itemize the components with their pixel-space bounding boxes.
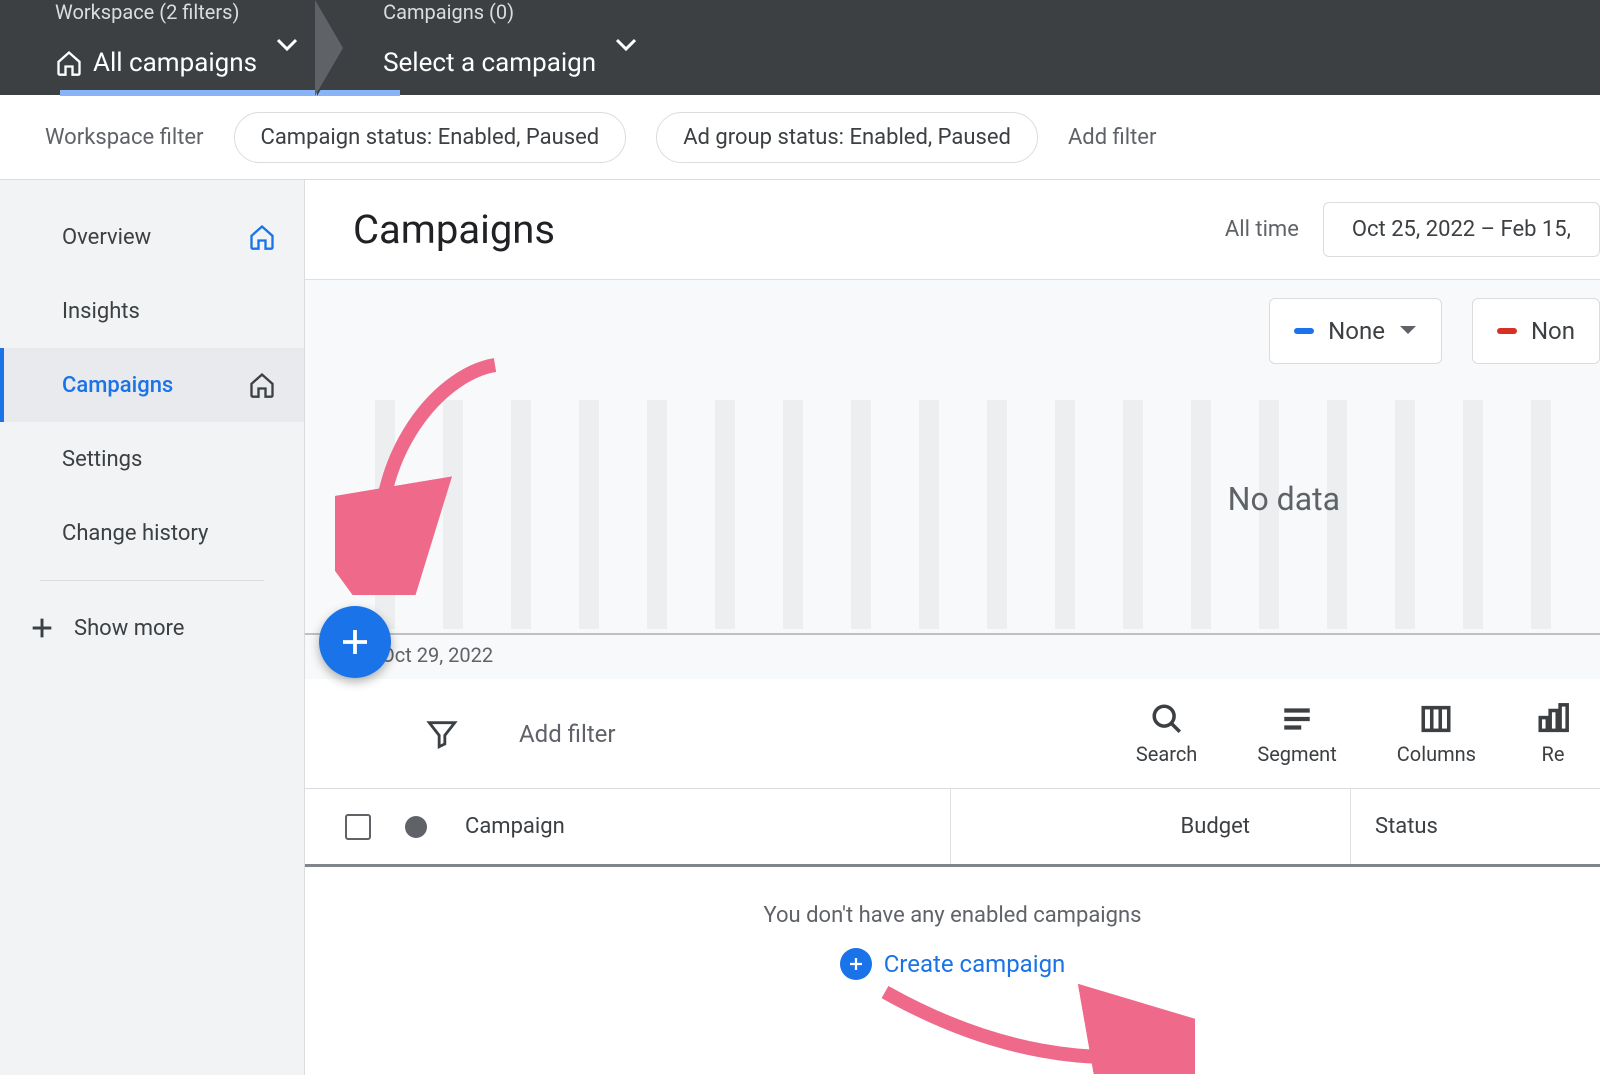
home-icon — [248, 371, 276, 399]
budget-column-header[interactable]: Budget — [950, 789, 1350, 864]
reports-button[interactable]: Re — [1536, 702, 1570, 766]
chart-axis-date: Oct 29, 2022 — [381, 643, 493, 667]
breadcrumb-workspace-sup: Workspace (2 filters) — [55, 0, 257, 24]
chevron-down-icon — [616, 38, 636, 52]
segment-button[interactable]: Segment — [1257, 702, 1336, 766]
empty-state-message: You don't have any enabled campaigns — [305, 903, 1600, 928]
sidebar-item-insights[interactable]: Insights — [0, 274, 304, 348]
home-icon — [55, 49, 83, 77]
plus-circle-icon — [840, 948, 872, 980]
status-text-column-header[interactable]: Status — [1350, 789, 1600, 864]
date-range-preset[interactable]: All time — [1225, 217, 1299, 242]
sidebar-item-label: Overview — [62, 225, 151, 250]
search-icon — [1150, 702, 1184, 736]
tool-label: Re — [1542, 742, 1565, 766]
chart-area: None Non No data Oct 29, 2022 — [305, 279, 1600, 679]
plus-icon — [28, 614, 56, 642]
chip-campaign-status[interactable]: Campaign status: Enabled, Paused — [234, 112, 627, 163]
tool-label: Segment — [1257, 742, 1336, 766]
breadcrumb-workspace-label: All campaigns — [93, 48, 257, 78]
plus-icon — [337, 624, 373, 660]
columns-icon — [1419, 702, 1453, 736]
columns-button[interactable]: Columns — [1397, 702, 1476, 766]
metric-label: None — [1328, 317, 1385, 345]
metric-label: Non — [1531, 317, 1575, 345]
campaign-column-header[interactable]: Campaign — [465, 814, 950, 839]
breadcrumb-campaign[interactable]: Campaigns (0) Select a campaign — [373, 0, 656, 95]
series-color-indicator — [1294, 328, 1314, 334]
select-all-checkbox[interactable] — [345, 814, 405, 840]
workspace-filter-row: Workspace filter Campaign status: Enable… — [0, 95, 1600, 180]
sidebar-divider — [40, 580, 264, 581]
page-title: Campaigns — [353, 206, 555, 253]
tool-label: Columns — [1397, 742, 1476, 766]
metric-selector-1[interactable]: None — [1269, 298, 1442, 364]
search-button[interactable]: Search — [1136, 702, 1197, 766]
annotation-arrow — [875, 984, 1195, 1074]
status-dot-icon — [405, 816, 427, 838]
create-campaign-label: Create campaign — [884, 950, 1066, 978]
sidebar-item-change-history[interactable]: Change history — [0, 496, 304, 570]
add-filter-link[interactable]: Add filter — [1068, 125, 1156, 150]
sidebar-item-label: Campaigns — [62, 373, 173, 398]
chart-gridlines — [375, 400, 1600, 629]
plus-icon — [847, 955, 865, 973]
breadcrumb-campaign-label: Select a campaign — [383, 48, 596, 78]
breadcrumb-campaign-sup: Campaigns (0) — [383, 0, 596, 24]
table-toolbar: Add filter Search Segment Columns Re — [305, 679, 1600, 789]
sidebar-item-campaigns[interactable]: Campaigns — [0, 348, 304, 422]
segment-icon — [1280, 702, 1314, 736]
chip-adgroup-status[interactable]: Ad group status: Enabled, Paused — [656, 112, 1038, 163]
filter-icon[interactable] — [425, 717, 459, 751]
sidebar-item-overview[interactable]: Overview — [0, 200, 304, 274]
status-column-header[interactable] — [405, 816, 465, 838]
sidebar-item-label: Insights — [62, 299, 140, 324]
breadcrumb-workspace[interactable]: Workspace (2 filters) All campaigns — [45, 0, 317, 95]
reports-icon — [1536, 702, 1570, 736]
chart-no-data-label: No data — [1228, 480, 1340, 518]
create-campaign-fab[interactable] — [319, 606, 391, 678]
sidebar-item-label: Change history — [62, 521, 208, 546]
home-icon — [248, 223, 276, 251]
metric-selector-2[interactable]: Non — [1472, 298, 1600, 364]
sidebar-show-more-label: Show more — [74, 616, 184, 641]
create-campaign-link[interactable]: Create campaign — [840, 948, 1066, 980]
sidebar: Overview Insights Campaigns Settings Cha… — [0, 180, 305, 1075]
date-range-picker[interactable]: Oct 25, 2022 – Feb 15, — [1323, 202, 1600, 257]
sidebar-show-more[interactable]: Show more — [0, 591, 304, 665]
breadcrumb-bar: Workspace (2 filters) All campaigns Camp… — [0, 0, 1600, 95]
workspace-filter-label: Workspace filter — [45, 125, 204, 150]
main-content: Campaigns All time Oct 25, 2022 – Feb 15… — [305, 180, 1600, 1075]
sidebar-item-settings[interactable]: Settings — [0, 422, 304, 496]
table-header-row: Campaign Budget Status — [305, 789, 1600, 867]
chart-axis-line — [305, 633, 1600, 635]
add-filter-button[interactable]: Add filter — [519, 720, 616, 748]
chevron-down-icon — [277, 38, 297, 52]
chevron-down-icon — [1399, 325, 1417, 337]
breadcrumb-separator — [317, 0, 345, 96]
tool-label: Search — [1136, 742, 1197, 766]
series-color-indicator — [1497, 328, 1517, 334]
empty-state: You don't have any enabled campaigns Cre… — [305, 867, 1600, 980]
sidebar-item-label: Settings — [62, 447, 142, 472]
